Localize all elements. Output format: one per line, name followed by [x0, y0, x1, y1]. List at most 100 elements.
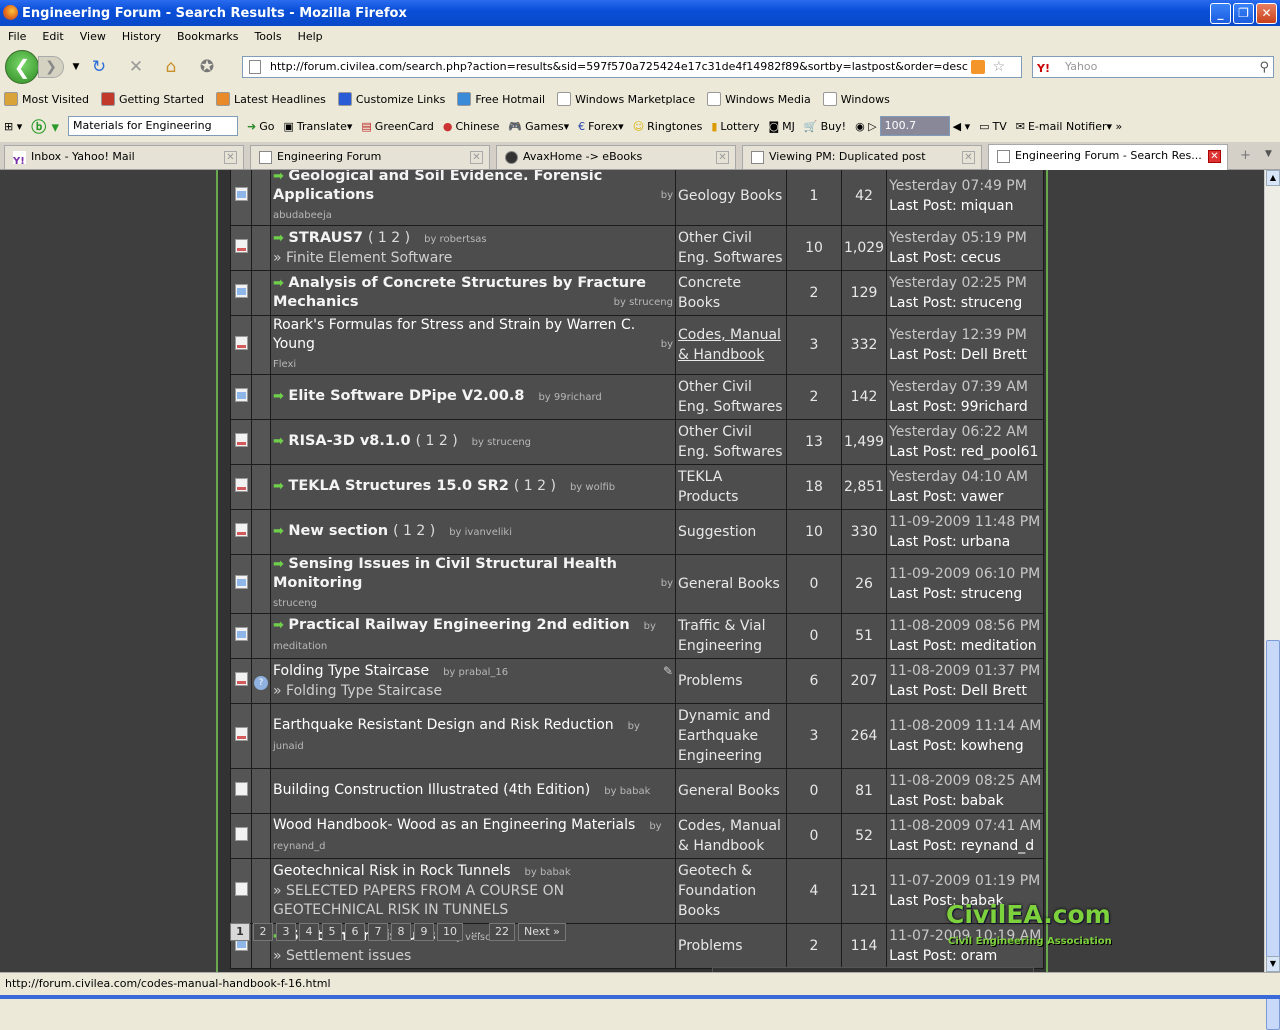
radio-volume-display[interactable]: 100.7: [879, 116, 950, 136]
email-notifier-button[interactable]: E-mail Notifier: [1028, 120, 1107, 133]
topic-title-link[interactable]: Building Construction Illustrated (4th E…: [273, 782, 590, 798]
topic-author[interactable]: by prabal_16: [443, 667, 508, 678]
topic-author[interactable]: by babak: [525, 867, 571, 878]
last-post-user-link[interactable]: struceng: [961, 586, 1022, 602]
buy-button[interactable]: Buy!: [821, 120, 846, 133]
rss-icon[interactable]: [971, 60, 985, 74]
page-7-button[interactable]: 7: [368, 923, 388, 941]
back-button[interactable]: ❮: [5, 50, 39, 84]
page-3-button[interactable]: 3: [276, 923, 296, 941]
tab-inbox-yahoo-mail[interactable]: Y! Inbox - Yahoo! Mail ✕: [4, 145, 244, 169]
tab-close-icon[interactable]: ✕: [716, 151, 729, 164]
bookmark-getting-started[interactable]: Getting Started: [100, 92, 204, 106]
topic-title-link[interactable]: Geotechnical Risk in Rock Tunnels: [273, 863, 511, 879]
last-post-user-link[interactable]: Dell Brett: [961, 347, 1027, 363]
topic-title-link[interactable]: TEKLA Structures 15.0 SR2: [288, 478, 508, 494]
topic-title-link[interactable]: Earthquake Resistant Design and Risk Red…: [273, 717, 614, 733]
volume-icon[interactable]: ◀ ▾: [953, 120, 970, 133]
greencard-button[interactable]: GreenCard: [375, 120, 434, 133]
url-bar[interactable]: http://forum.civilea.com/search.php?acti…: [242, 56, 1022, 78]
minimize-button[interactable]: _: [1210, 3, 1231, 24]
last-post-user-link[interactable]: kowheng: [961, 738, 1024, 754]
new-tab-icon[interactable]: +: [1240, 148, 1251, 163]
chinese-button[interactable]: Chinese: [455, 120, 499, 133]
topic-title-link[interactable]: Elite Software DPipe V2.00.8: [288, 388, 524, 404]
new-posts-arrow-icon[interactable]: ➡: [273, 557, 288, 572]
topic-author[interactable]: by babak: [604, 786, 650, 797]
tab-avaxhome[interactable]: AvaxHome -> eBooks ✕: [496, 145, 736, 169]
menu-history[interactable]: History: [114, 30, 169, 43]
menu-help[interactable]: Help: [290, 30, 331, 43]
page-6-button[interactable]: 6: [345, 923, 365, 941]
bookmark-star-icon[interactable]: ☆: [992, 57, 1005, 77]
maximize-button[interactable]: ❐: [1233, 3, 1254, 24]
menu-file[interactable]: File: [0, 30, 34, 43]
forum-link[interactable]: Codes, Manual & Handbook: [676, 814, 786, 858]
forum-link[interactable]: Suggestion: [676, 510, 786, 554]
topic-title-link[interactable]: Analysis of Concrete Structures by Fract…: [273, 275, 646, 310]
menu-view[interactable]: View: [72, 30, 114, 43]
topic-author[interactable]: by wolfib: [570, 482, 615, 493]
last-post-user-link[interactable]: babak: [961, 793, 1004, 809]
tab-close-icon[interactable]: ✕: [224, 151, 237, 164]
bookmark-free-hotmail[interactable]: Free Hotmail: [457, 92, 545, 106]
forum-link[interactable]: Problems: [676, 924, 786, 968]
topic-title-link[interactable]: Geological and Soil Evidence. Forensic A…: [273, 170, 602, 203]
topic-title-link[interactable]: STRAUS7: [288, 230, 363, 246]
mj-button[interactable]: MJ: [782, 120, 795, 133]
forum-link[interactable]: Geotech & Foundation Books: [676, 859, 786, 923]
page-9-button[interactable]: 9: [414, 923, 434, 941]
topic-author[interactable]: by: [661, 186, 673, 205]
last-post-user-link[interactable]: reynand_d: [961, 838, 1034, 854]
forum-link[interactable]: Other Civil Eng. Softwares: [676, 375, 786, 419]
search-icon[interactable]: ⚲: [1259, 58, 1269, 78]
last-post-user-link[interactable]: red_pool61: [961, 444, 1039, 460]
topic-author[interactable]: by struceng: [472, 437, 531, 448]
scroll-up-arrow-icon[interactable]: ▲: [1266, 170, 1280, 186]
forum-link[interactable]: Other Civil Eng. Softwares: [676, 226, 786, 270]
last-post-user-link[interactable]: vawer: [961, 489, 1004, 505]
ringtones-button[interactable]: Ringtones: [647, 120, 702, 133]
topic-author[interactable]: by struceng: [614, 293, 673, 312]
topic-title-link[interactable]: Roark's Formulas for Stress and Strain b…: [273, 317, 635, 352]
forum-link[interactable]: Other Civil Eng. Softwares: [676, 420, 786, 464]
bookmark-most-visited[interactable]: Most Visited: [4, 92, 89, 106]
tab-search-results[interactable]: Engineering Forum - Search Res... ✕: [988, 144, 1228, 170]
forum-link[interactable]: Geology Books: [676, 170, 786, 225]
page-10-button[interactable]: 10: [437, 923, 463, 941]
toolbar-menu-icon[interactable]: ⊞ ▾: [4, 120, 22, 133]
tab-list-icon[interactable]: ▼: [1265, 149, 1272, 159]
translate-button[interactable]: Translate: [297, 120, 347, 133]
forum-link[interactable]: General Books: [676, 769, 786, 813]
new-posts-arrow-icon[interactable]: ➡: [273, 524, 288, 539]
tab-close-icon[interactable]: ✕: [962, 151, 975, 164]
forum-link[interactable]: Dynamic and Earthquake Engineering: [676, 704, 786, 768]
last-post-user-link[interactable]: cecus: [961, 250, 1001, 266]
page-8-button[interactable]: 8: [391, 923, 411, 941]
reload-icon[interactable]: ↻: [88, 56, 110, 78]
tab-engineering-forum[interactable]: Engineering Forum ✕: [250, 145, 490, 169]
tv-button[interactable]: TV: [993, 120, 1007, 133]
menu-bookmarks[interactable]: Bookmarks: [169, 30, 246, 43]
next-page-button[interactable]: Next »: [518, 923, 566, 941]
forum-link[interactable]: Traffic & Vial Engineering: [676, 614, 786, 658]
forum-link[interactable]: TEKLA Products: [676, 465, 786, 509]
yahoo-engine-icon[interactable]: Y!: [1037, 59, 1050, 79]
new-posts-arrow-icon[interactable]: ➡: [273, 170, 288, 184]
last-post-user-link[interactable]: struceng: [961, 295, 1022, 311]
tab-close-icon[interactable]: ✕: [1208, 150, 1221, 163]
last-post-user-link[interactable]: urbana: [961, 534, 1011, 550]
vertical-scrollbar[interactable]: ▲ ▼: [1264, 170, 1280, 1030]
bookmark-windows-marketplace[interactable]: Windows Marketplace: [557, 92, 695, 106]
new-posts-arrow-icon[interactable]: ➡: [273, 479, 288, 494]
topic-author-name[interactable]: struceng: [273, 598, 317, 609]
scroll-down-arrow-icon[interactable]: ▼: [1266, 956, 1280, 972]
topic-pages[interactable]: ( 1 2 ): [393, 523, 435, 539]
tab-close-icon[interactable]: ✕: [470, 151, 483, 164]
forum-link[interactable]: Concrete Books: [676, 271, 786, 315]
new-posts-arrow-icon[interactable]: ➡: [273, 276, 288, 291]
last-post-user-link[interactable]: meditation: [961, 638, 1037, 654]
topic-title-link[interactable]: Sensing Issues in Civil Structural Healt…: [273, 556, 617, 591]
forum-link[interactable]: Codes, Manual & Handbook: [676, 316, 786, 374]
toolbar-search-select[interactable]: Materials for Engineering: [68, 116, 239, 136]
